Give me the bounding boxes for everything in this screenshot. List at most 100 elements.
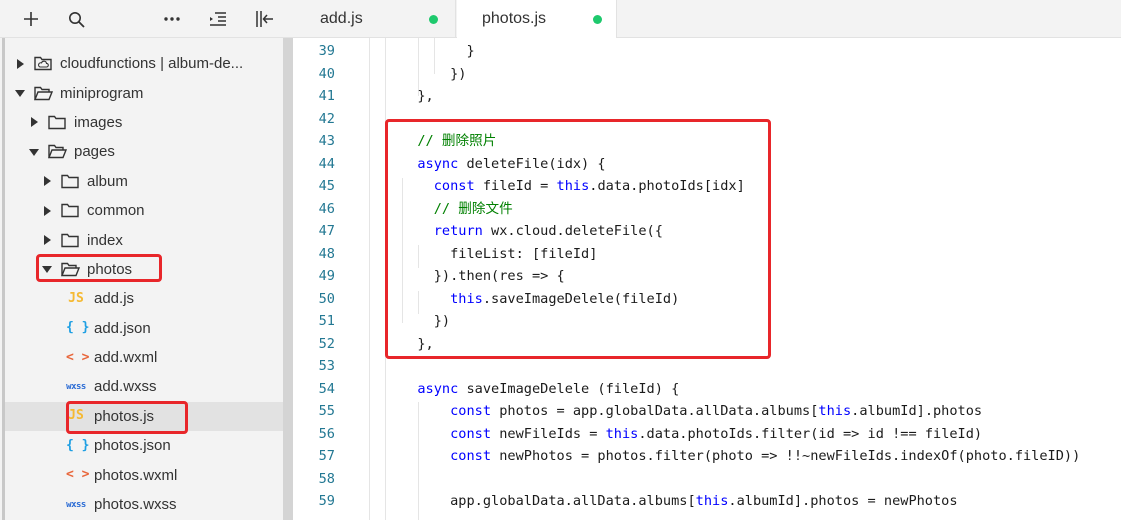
- line-number: 53: [318, 358, 335, 374]
- tree-item-miniprogram[interactable]: miniprogram: [5, 78, 283, 107]
- keyword-token: const: [401, 425, 500, 442]
- code-line: 55 const photos = app.globalData.allData…: [295, 400, 1121, 423]
- tree-item-label: add.json: [94, 319, 151, 337]
- keyword-token: async: [401, 380, 467, 397]
- collapse-all-icon[interactable]: [205, 6, 231, 32]
- editor-tabbar: add.js photos.js: [293, 0, 1121, 38]
- tree-item-photos-wxml[interactable]: < > photos.wxml: [5, 460, 283, 489]
- plus-icon[interactable]: [18, 6, 44, 32]
- line-number: 41: [318, 88, 335, 104]
- line-number: 43: [318, 133, 335, 149]
- keyword-token: this: [556, 178, 590, 194]
- sidebar-toolbar: [0, 0, 293, 38]
- file-explorer: cloudfunctions | album-de... miniprogram i…: [0, 38, 293, 520]
- code-text: const photos = app.globalData.allData.al…: [401, 400, 982, 423]
- folder-icon: [47, 114, 67, 130]
- code-line: 53: [295, 355, 1121, 378]
- line-number: 47: [318, 223, 335, 239]
- code-token: .data.photoIds[idx]: [589, 178, 745, 194]
- code-token: }): [401, 65, 467, 82]
- cloud-folder-icon: [33, 56, 53, 72]
- code-line: 54 async saveImageDelele (fileId) {: [295, 378, 1121, 401]
- code-text: app.globalData.allData.albums[this.album…: [401, 490, 957, 513]
- keyword-token: const: [401, 178, 483, 194]
- code-editor[interactable]: 39 } 40 }) 41 }, 42 43 // 删除照片 44 async delet…: [295, 38, 1121, 520]
- chevron-right-icon[interactable]: [42, 205, 52, 216]
- wxss-file-icon: wxss: [66, 499, 86, 510]
- tree-item-label: common: [87, 202, 145, 220]
- line-number: 42: [318, 110, 335, 127]
- tree-item-pages[interactable]: pages: [5, 137, 283, 166]
- code-line: 52 },: [295, 333, 1121, 356]
- code-token: .saveImageDelele(fileId): [482, 290, 680, 307]
- tree-item-album[interactable]: album: [5, 167, 283, 196]
- keyword-token: return: [401, 223, 492, 239]
- tree-item-label: index: [87, 231, 123, 249]
- wxml-file-icon: < >: [66, 349, 90, 365]
- more-icon[interactable]: [159, 6, 185, 32]
- code-token: },: [401, 88, 434, 104]
- chevron-right-icon[interactable]: [15, 58, 25, 69]
- keyword-token: async: [401, 155, 467, 172]
- code-token: },: [401, 335, 434, 352]
- line-number: 57: [318, 448, 335, 464]
- code-line: 41 },: [295, 85, 1121, 108]
- tree-item-photos-wxss[interactable]: wxss photos.wxss: [5, 490, 283, 519]
- code-token: fileId =: [482, 178, 557, 194]
- tree-item-common[interactable]: common: [5, 196, 283, 225]
- code-token: }: [401, 43, 475, 59]
- search-icon[interactable]: [63, 6, 89, 32]
- tree-item-label: photos.wxss: [94, 496, 177, 514]
- tree-item-label: photos.json: [94, 437, 171, 455]
- code-text: },: [401, 85, 434, 108]
- tree-item-index[interactable]: index: [5, 225, 283, 254]
- line-number: 46: [318, 200, 335, 217]
- code-line: 58: [295, 468, 1121, 491]
- tree-item-label: photos.wxml: [94, 466, 178, 484]
- tree-item-add-wxss[interactable]: wxss add.wxss: [5, 372, 283, 401]
- tree-item-photos-json[interactable]: { } photos.json: [5, 431, 283, 460]
- chevron-right-icon[interactable]: [42, 176, 52, 187]
- code-token: fileList: [fileId]: [401, 245, 598, 262]
- code-line: 49 }).then(res => {: [295, 265, 1121, 288]
- line-number: 52: [318, 335, 335, 352]
- code-token: newFileIds =: [499, 425, 606, 442]
- chevron-down-icon[interactable]: [15, 88, 25, 98]
- code-line: 44 async deleteFile(idx) {: [295, 153, 1121, 176]
- tree-item-photos-js[interactable]: JS photos.js: [5, 401, 283, 432]
- code-line: 43 // 删除照片: [295, 130, 1121, 153]
- code-text: // 删除文件: [401, 198, 513, 221]
- folder-open-icon: [33, 85, 53, 101]
- tree-item-cloudfunctions-album-de[interactable]: cloudfunctions | album-de...: [5, 49, 283, 78]
- sidebar-scrollbar[interactable]: [283, 38, 293, 520]
- tree-item-images[interactable]: images: [5, 108, 283, 137]
- tree-item-add-js[interactable]: JS add.js: [5, 284, 283, 313]
- code-line: 50 this.saveImageDelele(fileId): [295, 288, 1121, 311]
- keyword-token: this: [401, 290, 483, 307]
- wxss-file-icon: wxss: [66, 381, 86, 392]
- keyword-token: const: [401, 448, 500, 464]
- chevron-down-icon[interactable]: [42, 264, 52, 274]
- js-file-icon: JS: [68, 408, 84, 424]
- tree-item-label: album: [87, 172, 128, 190]
- toggle-sidebar-icon[interactable]: [252, 6, 278, 32]
- code-token: photos = app.globalData.allData.albums[: [499, 403, 819, 419]
- tab-photos-js[interactable]: photos.js: [457, 0, 617, 38]
- tab-label: photos.js: [482, 10, 547, 27]
- chevron-down-icon[interactable]: [29, 147, 39, 157]
- code-line: 57 const newPhotos = photos.filter(photo…: [295, 445, 1121, 468]
- code-line: 47 return wx.cloud.deleteFile({: [295, 220, 1121, 243]
- code-text: this.saveImageDelele(fileId): [401, 288, 679, 311]
- tab-add-js[interactable]: add.js: [293, 0, 456, 38]
- tree-item-add-json[interactable]: { } add.json: [5, 314, 283, 343]
- chevron-right-icon[interactable]: [29, 117, 39, 128]
- tree-item-add-wxml[interactable]: < > add.wxml: [5, 343, 283, 372]
- line-number: 54: [318, 380, 335, 397]
- code-text: }: [401, 40, 475, 63]
- tree-item-photos[interactable]: photos: [5, 255, 283, 284]
- code-line: 39 }: [295, 40, 1121, 63]
- chevron-right-icon[interactable]: [42, 235, 52, 246]
- tree-item-label: cloudfunctions | album-de...: [60, 55, 244, 73]
- line-number: 55: [318, 403, 335, 419]
